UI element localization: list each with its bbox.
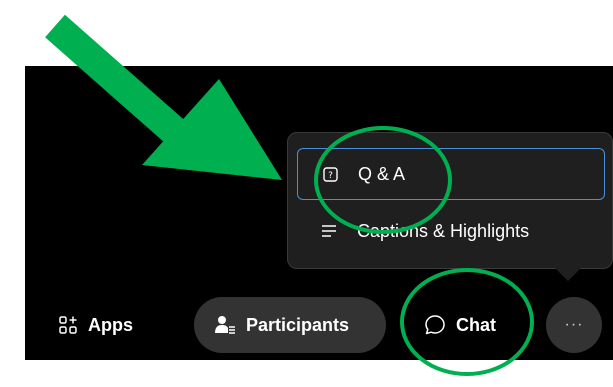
participants-icon: [214, 315, 236, 335]
qa-icon: ?: [322, 166, 338, 182]
ellipsis-icon: ···: [564, 316, 584, 333]
chat-icon: [424, 314, 446, 336]
apps-label: Apps: [88, 314, 133, 335]
menu-item-captions-label: Captions & Highlights: [357, 220, 530, 241]
more-options-button[interactable]: ···: [546, 297, 602, 353]
svg-text:?: ?: [328, 171, 333, 181]
menu-item-qa-label: Q & A: [358, 163, 406, 184]
menu-pointer: [554, 267, 582, 281]
apps-button[interactable]: Apps: [58, 297, 133, 353]
menu-item-qa[interactable]: ? Q & A: [297, 148, 605, 200]
screenshot-canvas: ? Q & A Captions & Highlights Apps Parti…: [0, 0, 613, 387]
apps-icon: [58, 315, 78, 335]
participants-label: Participants: [246, 314, 350, 335]
captions-icon: [321, 223, 337, 239]
chat-button[interactable]: Chat: [424, 297, 496, 353]
menu-item-captions[interactable]: Captions & Highlights: [297, 205, 605, 257]
participants-button[interactable]: Participants: [194, 297, 386, 353]
chat-label: Chat: [456, 314, 496, 335]
